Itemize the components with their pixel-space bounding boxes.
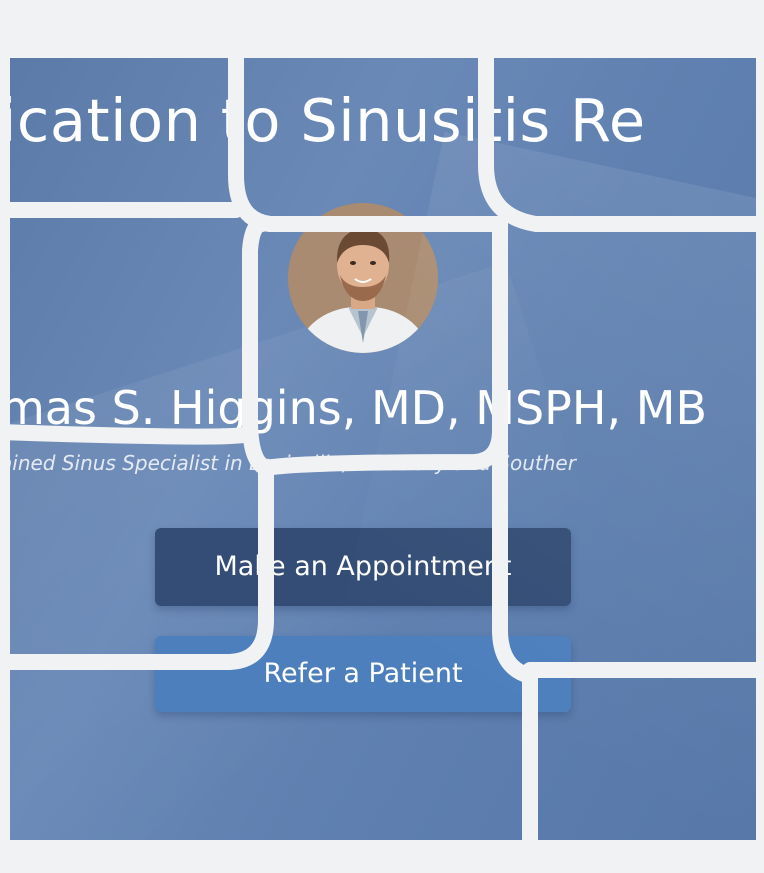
hero-headline: ication to Sinusitis Re <box>0 86 646 155</box>
doctor-name: mas S. Higgins, MD, MSPH, MB <box>0 381 708 435</box>
hero-banner: ication to Sinusitis Re mas S. Higgins, … <box>0 58 764 840</box>
make-appointment-button[interactable]: Make an Appointment <box>155 528 571 606</box>
doctor-tagline: ained Sinus Specialist in Louisville, Ke… <box>0 451 576 475</box>
refer-patient-button[interactable]: Refer a Patient <box>155 636 571 712</box>
doctor-avatar <box>288 203 438 353</box>
doctor-portrait-image <box>288 203 438 353</box>
page: ication to Sinusitis Re mas S. Higgins, … <box>0 0 764 873</box>
